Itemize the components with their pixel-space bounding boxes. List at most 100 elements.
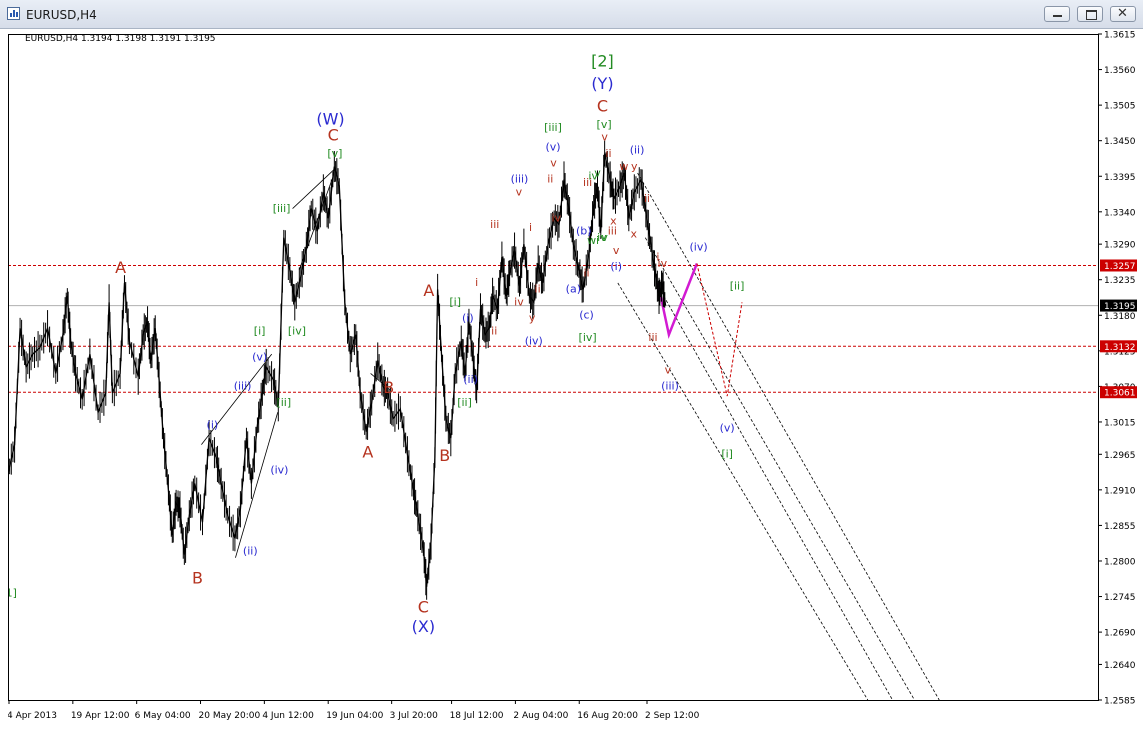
wave-label: (iii) (661, 380, 679, 393)
wave-label: iii (490, 218, 499, 231)
y-tick-label: 1.2585 (1104, 697, 1136, 707)
wave-label: B (192, 569, 203, 588)
x-tick-label: 4 Jun 12:00 (262, 711, 314, 721)
wave-label: [iv] (288, 325, 306, 338)
wave-label: (iii) (234, 380, 252, 393)
wave-label: (iv) (525, 334, 543, 347)
window-titlebar: EURUSD,H4 ✕ (0, 0, 1143, 29)
wave-label: (i) (610, 260, 622, 273)
wave-label: ii (644, 192, 650, 205)
wave-label: [v] (597, 118, 612, 131)
wave-label: A (115, 258, 126, 277)
wave-label: (X) (412, 617, 435, 636)
wave-label: C (597, 97, 608, 116)
x-tick-label: 16 Aug 20:00 (577, 711, 638, 721)
x-tick-label: 4 Apr 2013 (8, 711, 57, 721)
x-tick-label: 2 Sep 12:00 (645, 711, 700, 721)
wave-label: ii (605, 147, 611, 160)
wave-label: w (619, 160, 628, 173)
y-tick-label: 1.3395 (1104, 173, 1136, 183)
wave-label: ii (583, 266, 589, 279)
y-tick-label: 1.2965 (1104, 451, 1136, 461)
wave-label: iv (552, 212, 562, 225)
y-tick-label: 1.2690 (1104, 629, 1136, 639)
channel-line (637, 172, 940, 701)
y-tick-label: 1.3290 (1104, 241, 1136, 251)
x-tick-label: 20 May 20:00 (199, 711, 261, 721)
level-price-label: 1.3257 (1104, 262, 1136, 272)
wave-label: B (383, 378, 394, 397)
wave-label: x (631, 228, 638, 241)
x-tick-label: 2 Aug 04:00 (513, 711, 568, 721)
wave-label: v (665, 363, 672, 376)
wave-label: [ii] (730, 279, 745, 292)
wave-label: v (516, 186, 523, 199)
current-price-label: 1.3195 (1104, 302, 1136, 312)
chart-window-icon (7, 7, 20, 20)
close-button[interactable]: ✕ (1110, 6, 1136, 22)
wave-label: [iii] (273, 202, 291, 215)
channel-line (644, 237, 915, 701)
wave-label: [2] (591, 51, 614, 70)
wave-label: (i) (207, 418, 219, 431)
wave-label: ii (491, 325, 497, 338)
wave-label: iv (658, 257, 668, 270)
minimize-icon (1053, 15, 1062, 17)
y-tick-label: 1.3560 (1104, 66, 1136, 76)
wave-label: ii (535, 283, 541, 296)
y-tick-label: 1.3615 (1104, 31, 1136, 41)
x-tick-label: 18 Jul 12:00 (450, 711, 504, 721)
wave-label: iii (608, 224, 617, 237)
wave-label: i (529, 221, 532, 234)
wave-label: C (328, 126, 339, 145)
wave-label: v (601, 131, 608, 144)
wave-label: iii (648, 331, 657, 344)
y-tick-label: 1.3505 (1104, 102, 1136, 112)
wave-label: A (423, 281, 434, 300)
wave-label: 1] (8, 587, 17, 600)
wave-label: (iii) (511, 173, 529, 186)
wave-label: iv (514, 296, 524, 309)
wave-label: [ii] (276, 396, 291, 409)
level-price-label: 1.3132 (1104, 343, 1136, 353)
wave-label: (v) (720, 422, 735, 435)
y-tick-label: 1.3235 (1104, 276, 1136, 286)
wave-label: (c) (579, 309, 594, 322)
wave-label: (ii) (630, 144, 645, 157)
chart-area[interactable]: [2] (Y) C (W) C [v] A B A B A B C (X) [iii] [iv] [i] [ii]… (6, 29, 1143, 732)
y-tick-label: 1.3450 (1104, 137, 1136, 147)
wave-label: [i] (449, 296, 461, 309)
wave-label: (a) (566, 283, 581, 296)
x-tick-label: 6 May 04:00 (135, 711, 191, 721)
y-tick-label: 1.3015 (1104, 418, 1136, 428)
maximize-button[interactable] (1077, 6, 1103, 22)
y-tick-label: 1.3340 (1104, 208, 1136, 218)
maximize-icon (1086, 10, 1097, 20)
channel-line (617, 282, 869, 701)
wave-label: [i] (721, 448, 733, 461)
wave-label: A (362, 443, 373, 462)
price-chart[interactable]: [2](Y)C(W)C[v]ABABA BC(X)[iii][iv][i][ii]… (6, 29, 1143, 728)
y-tick-label: 1.3180 (1104, 312, 1136, 322)
wave-label: C (418, 598, 429, 617)
wave-label: v (613, 244, 620, 257)
wave-label: B (439, 446, 450, 465)
x-tick-label: 19 Jun 04:00 (326, 711, 383, 721)
wave-label: [i] (254, 325, 266, 338)
wave-label: [v] (327, 147, 342, 160)
minimize-button[interactable] (1044, 6, 1070, 22)
x-tick-label: 19 Apr 12:00 (71, 711, 130, 721)
y-tick-label: 1.2910 (1104, 486, 1136, 496)
wave-label: (iv) (690, 241, 708, 254)
y-tick-label: 1.2745 (1104, 593, 1136, 603)
wave-label: [iii] (544, 121, 562, 134)
wave-label: [ii] (457, 396, 472, 409)
wave-label: i (475, 276, 478, 289)
wave-label: ii (547, 173, 553, 186)
wave-label: (iv) (270, 464, 288, 477)
wave-label: (i) (462, 312, 474, 325)
wave-label: (ii) (243, 545, 258, 558)
x-tick-label: 3 Jul 20:00 (390, 711, 439, 721)
level-price-label: 1.3061 (1104, 389, 1136, 399)
wave-label: (ii) (463, 373, 478, 386)
